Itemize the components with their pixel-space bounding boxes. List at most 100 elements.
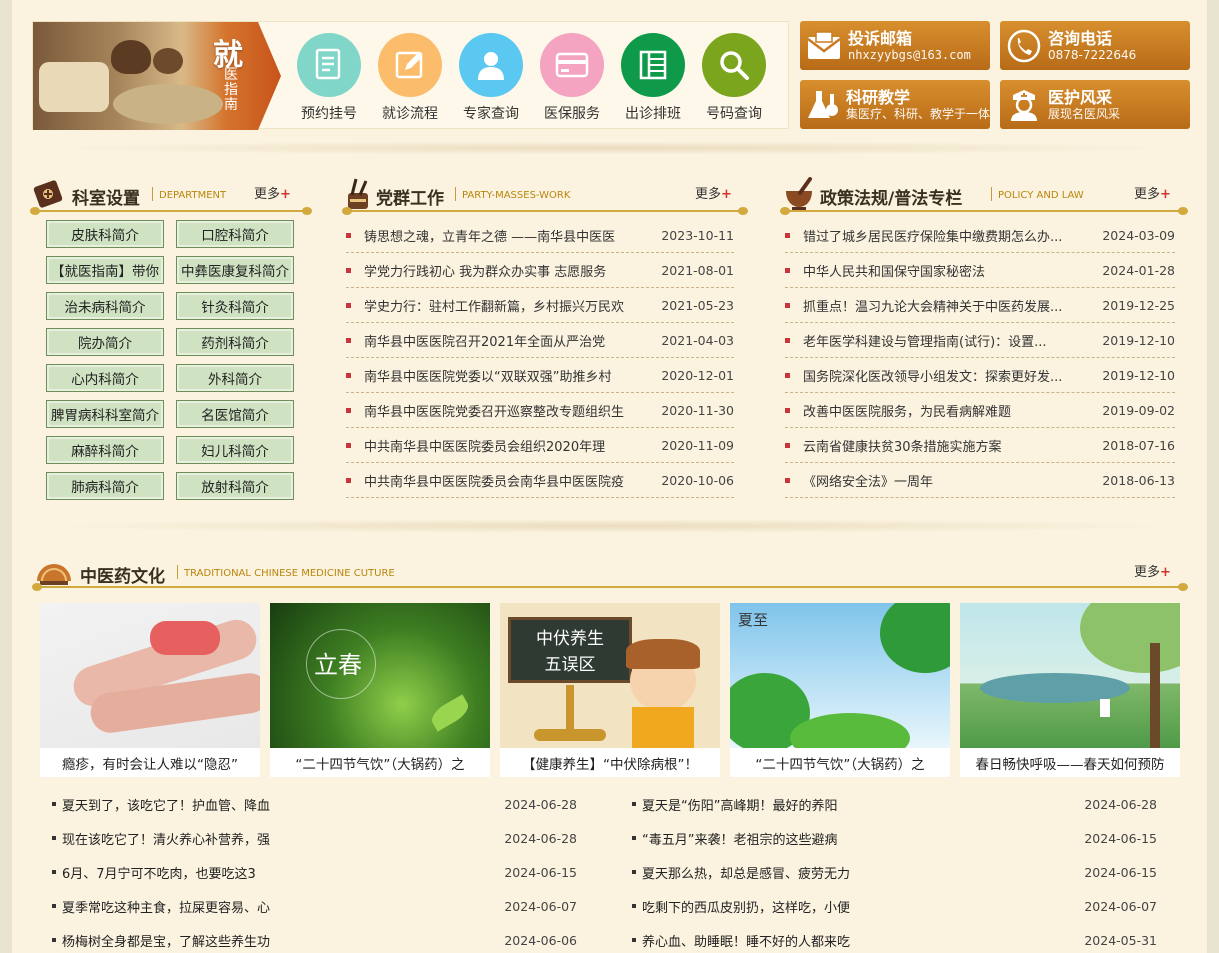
department-button[interactable]: 皮肤科简介 <box>46 220 164 248</box>
culture-list-item[interactable]: 夏天到了，该吃它了！护血管、降血 2024-06-28 <box>52 787 577 821</box>
department-button[interactable]: 院办简介 <box>46 328 164 356</box>
news-row[interactable]: 学史力行：驻村工作翻新篇，乡村振兴万民欢 2021-05-23 <box>346 288 734 323</box>
user-icon <box>459 33 523 97</box>
department-button[interactable]: 心内科简介 <box>46 364 164 392</box>
culture-card[interactable]: 夏至 “二十四节气饮”（大锅药）之 <box>730 603 950 777</box>
guide-number-query-button[interactable]: 号码查询 <box>702 33 766 123</box>
guide-schedule-button[interactable]: 出诊排班 <box>621 33 685 123</box>
guide-appointment-button[interactable]: 预约挂号 <box>297 33 361 123</box>
department-button[interactable]: 脾胃病科科室简介 <box>46 400 164 428</box>
bullet-icon <box>52 802 56 806</box>
culture-list-item[interactable]: 6月、7月宁可不吃肉，也要吃这3 2024-06-15 <box>52 855 577 889</box>
article-title: 杨梅树全身都是宝，了解这些养生功 <box>62 934 271 950</box>
clay-pot-image <box>111 40 151 74</box>
department-title-en: DEPARTMENT <box>159 190 227 201</box>
card-caption: “二十四节气饮”（大锅药）之 <box>295 756 465 773</box>
news-title: 铸思想之魂，立青年之德 ——南华县中医医 <box>364 229 616 245</box>
article-date: 2024-05-31 <box>1084 932 1157 948</box>
news-row[interactable]: 老年医学科建设与管理指南(试行)：设置... 2019-12-10 <box>785 323 1175 358</box>
bullet-icon <box>785 302 790 308</box>
news-row[interactable]: 云南省健康扶贫30条措施实施方案 2018-07-16 <box>785 428 1175 463</box>
plus-icon: + <box>721 187 732 202</box>
news-row[interactable]: 中共南华县中医医院委员会南华县中医医院疫 2020-10-06 <box>346 463 734 498</box>
culture-list-item[interactable]: 杨梅树全身都是宝，了解这些养生功 2024-06-06 <box>52 923 577 953</box>
culture-card[interactable]: 立春 “二十四节气饮”（大锅药）之 <box>270 603 490 777</box>
department-button[interactable]: 肺病科简介 <box>46 472 164 500</box>
policy-more-link[interactable]: 更多+ <box>1134 183 1171 202</box>
guide-item-label: 出诊排班 <box>625 106 681 122</box>
department-button[interactable]: 名医馆简介 <box>176 400 294 428</box>
department-button[interactable]: 药剂科简介 <box>176 328 294 356</box>
summer-health-cartoon: 中伏养生 五误区 <box>500 603 720 748</box>
culture-list-item[interactable]: 夏天是“伤阳”高峰期！最好的养阳 2024-06-28 <box>632 787 1157 821</box>
bullet-icon <box>785 477 790 483</box>
party-news-list: 铸思想之魂，立青年之德 ——南华县中医医 2023-10-11 学党力行践初心 我… <box>346 218 734 498</box>
plus-icon: + <box>1160 565 1171 580</box>
news-row[interactable]: 改善中医医院服务，为民看病解难题 2019-09-02 <box>785 393 1175 428</box>
consult-phone-tile[interactable]: 咨询电话 0878-7222646 <box>1000 21 1190 70</box>
culture-list-item[interactable]: 夏天那么热，却总是感冒、疲劳无力 2024-06-15 <box>632 855 1157 889</box>
news-row[interactable]: 抓重点！温习九论大会精神关于中医药发展... 2019-12-25 <box>785 288 1175 323</box>
department-more-link[interactable]: 更多+ <box>254 183 291 202</box>
department-button[interactable]: 针灸科简介 <box>176 292 294 320</box>
news-date: 2021-08-01 <box>661 262 734 278</box>
more-text: 更多 <box>254 187 281 202</box>
party-title-en: PARTY-MASSES-WORK <box>462 190 571 201</box>
news-row[interactable]: 国务院深化医改领导小组发文：探索更好发... 2019-12-10 <box>785 358 1175 393</box>
news-date: 2018-06-13 <box>1102 472 1175 488</box>
department-title: 科室设置 <box>72 189 140 209</box>
news-row[interactable]: 中共南华县中医医院委员会组织2020年理 2020-11-09 <box>346 428 734 463</box>
news-date: 2021-05-23 <box>661 297 734 313</box>
department-button[interactable]: 治未病科简介 <box>46 292 164 320</box>
bullet-icon <box>52 904 56 908</box>
staff-style-tile[interactable]: 医护风采 展现名医风采 <box>1000 80 1190 129</box>
guide-item-label: 号码查询 <box>706 106 762 122</box>
culture-list-item[interactable]: “毒五月”来袭！老祖宗的这些避病 2024-06-15 <box>632 821 1157 855</box>
department-section-header: 科室设置 DEPARTMENT 更多+ <box>32 177 310 211</box>
guide-item-label: 就诊流程 <box>382 106 438 122</box>
department-button[interactable]: 【就医指南】带你 <box>46 256 164 284</box>
department-button[interactable]: 中彝医康复科简介 <box>176 256 294 284</box>
news-title: 国务院深化医改领导小组发文：探索更好发... <box>803 369 1063 385</box>
news-title: 云南省健康扶贫30条措施实施方案 <box>803 439 1002 455</box>
arm-rash-photo <box>40 603 260 748</box>
news-row[interactable]: 南华县中医医院召开2021年全面从严治党 2021-04-03 <box>346 323 734 358</box>
article-date: 2024-06-15 <box>1084 830 1157 846</box>
culture-card[interactable]: 瘾疹，有时会让人难以“隐忍” <box>40 603 260 777</box>
phone-icon <box>1000 29 1048 63</box>
news-row[interactable]: 南华县中医医院党委以“双联双强”助推乡村 2020-12-01 <box>346 358 734 393</box>
news-row[interactable]: 错过了城乡居民医疗保险集中缴费期怎么办... 2024-03-09 <box>785 218 1175 253</box>
research-teaching-tile[interactable]: 科研教学 集医疗、科研、教学于一体 <box>800 80 990 129</box>
news-date: 2021-04-03 <box>661 332 734 348</box>
culture-card[interactable]: 春日畅快呼吸——春天如何预防 <box>960 603 1180 777</box>
culture-list-item[interactable]: 吃剩下的西瓜皮别扔，这样吃，小便 2024-06-07 <box>632 889 1157 923</box>
bullet-icon <box>785 267 790 273</box>
guide-insurance-button[interactable]: 医保服务 <box>540 33 604 123</box>
article-date: 2024-06-28 <box>504 830 577 846</box>
party-more-link[interactable]: 更多+ <box>695 183 732 202</box>
guide-expert-button[interactable]: 专家查询 <box>459 33 523 123</box>
department-button[interactable]: 麻醉科简介 <box>46 436 164 464</box>
complaint-email-tile[interactable]: 投诉邮箱 nhxzyybgs@163.com <box>800 21 990 70</box>
department-button[interactable]: 放射科简介 <box>176 472 294 500</box>
title-separator <box>152 187 153 201</box>
department-button[interactable]: 妇儿科简介 <box>176 436 294 464</box>
department-button[interactable]: 外科简介 <box>176 364 294 392</box>
culture-card[interactable]: 中伏养生 五误区 【健康养生】“中伏除病根”！ <box>500 603 720 777</box>
culture-list-item[interactable]: 夏季常吃这种主食，拉屎更容易、心 2024-06-07 <box>52 889 577 923</box>
culture-list-item[interactable]: 现在该吃它了！清火养心补营养，强 2024-06-28 <box>52 821 577 855</box>
news-row[interactable]: 铸思想之魂，立青年之德 ——南华县中医医 2023-10-11 <box>346 218 734 253</box>
culture-list-item[interactable]: 养心血、助睡眠！睡不好的人都来吃 2024-05-31 <box>632 923 1157 953</box>
news-row[interactable]: 南华县中医医院党委召开巡察整改专题组织生 2020-11-30 <box>346 393 734 428</box>
culture-more-link[interactable]: 更多+ <box>1134 561 1171 580</box>
news-row[interactable]: 中华人民共和国保守国家秘密法 2024-01-28 <box>785 253 1175 288</box>
news-row[interactable]: 《网络安全法》一周年 2018-06-13 <box>785 463 1175 498</box>
title-separator <box>455 187 456 201</box>
news-row[interactable]: 学党力行践初心 我为群众办实事 志愿服务 2021-08-01 <box>346 253 734 288</box>
news-date: 2020-12-01 <box>661 367 734 383</box>
schedule-table-icon <box>621 33 685 97</box>
guide-process-button[interactable]: 就诊流程 <box>378 33 442 123</box>
tile-title: 投诉邮箱 <box>848 29 913 48</box>
department-button[interactable]: 口腔科简介 <box>176 220 294 248</box>
tile-subtitle: 集医疗、科研、教学于一体 <box>845 107 990 121</box>
